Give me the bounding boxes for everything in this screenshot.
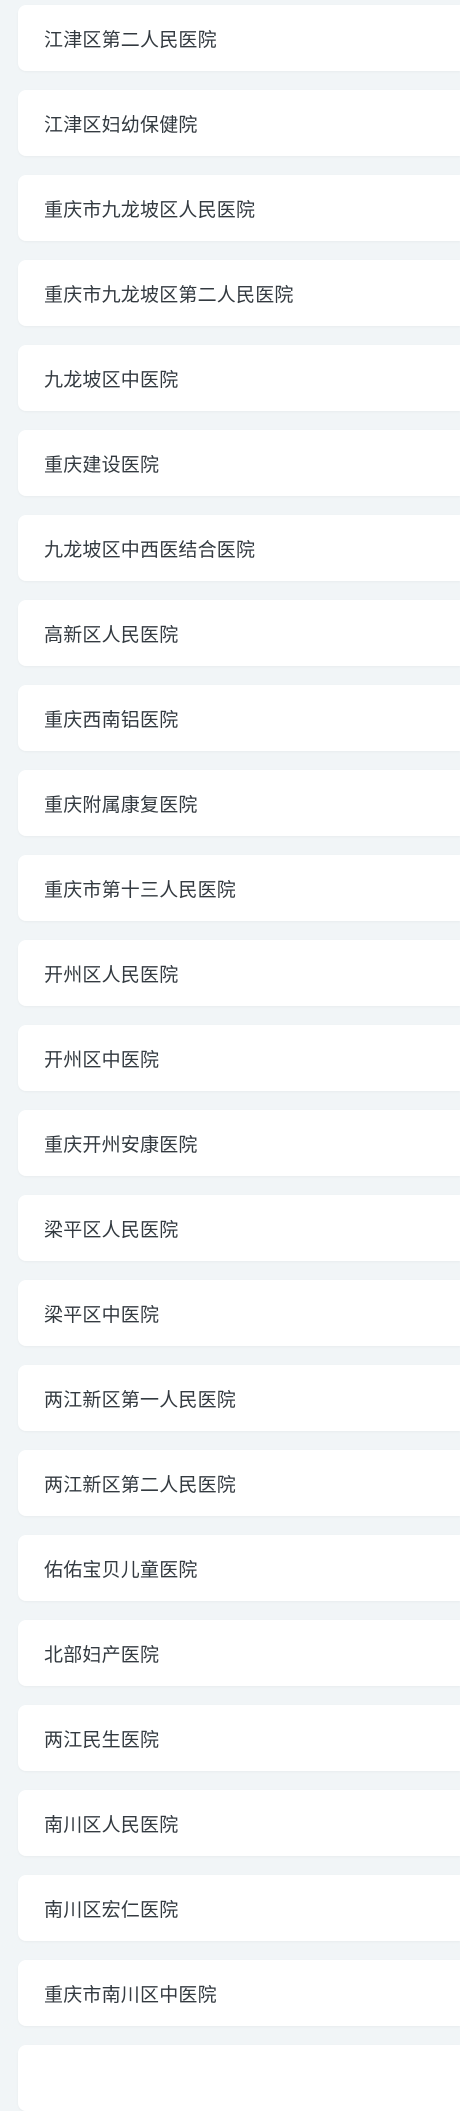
hospital-list-item[interactable]: 开州区人民医院 [18, 940, 460, 1006]
hospital-list-item[interactable]: 重庆市九龙坡区第二人民医院 [18, 260, 460, 326]
hospital-name-label: 南川区人民医院 [44, 1813, 179, 1836]
hospital-list-item[interactable]: 梁平区人民医院 [18, 1195, 460, 1261]
hospital-name-label: 重庆建设医院 [44, 453, 160, 476]
hospital-name-label: 两江新区第二人民医院 [44, 1473, 237, 1496]
hospital-name-label: 重庆附属康复医院 [44, 793, 198, 816]
hospital-list-item[interactable]: 九龙坡区中医院 [18, 345, 460, 411]
hospital-name-label: 佑佑宝贝儿童医院 [44, 1558, 198, 1581]
hospital-list-item[interactable]: 重庆市九龙坡区人民医院 [18, 175, 460, 241]
hospital-name-label: 重庆西南铝医院 [44, 708, 179, 731]
hospital-list-item[interactable]: 两江民生医院 [18, 1705, 460, 1771]
hospital-list-item[interactable]: 重庆西南铝医院 [18, 685, 460, 751]
hospital-list-item[interactable]: 高新区人民医院 [18, 600, 460, 666]
hospital-list-item[interactable]: 重庆附属康复医院 [18, 770, 460, 836]
hospital-name-label: 北部妇产医院 [44, 1643, 160, 1666]
hospital-name-label: 两江新区第一人民医院 [44, 1388, 237, 1411]
hospital-name-label: 重庆市南川区中医院 [44, 1983, 217, 2006]
hospital-name-label: 九龙坡区中西医结合医院 [44, 538, 256, 561]
hospital-list-item[interactable]: 梁平区中医院 [18, 1280, 460, 1346]
hospital-name-label: 南川区宏仁医院 [44, 1898, 179, 1921]
hospital-list-item[interactable]: 佑佑宝贝儿童医院 [18, 1535, 460, 1601]
hospital-list-item[interactable]: 重庆市南川区中医院 [18, 1960, 460, 2026]
hospital-name-label: 重庆市九龙坡区人民医院 [44, 198, 256, 221]
hospital-name-label: 高新区人民医院 [44, 623, 179, 646]
hospital-name-label: 重庆市九龙坡区第二人民医院 [44, 283, 294, 306]
hospital-name-label: 开州区中医院 [44, 1048, 160, 1071]
hospital-list-item[interactable]: 江津区妇幼保健院 [18, 90, 460, 156]
hospital-list-item[interactable]: 两江新区第二人民医院 [18, 1450, 460, 1516]
hospital-list-item[interactable]: 两江新区第一人民医院 [18, 1365, 460, 1431]
hospital-name-label: 九龙坡区中医院 [44, 368, 179, 391]
hospital-name-label: 开州区人民医院 [44, 963, 179, 986]
hospital-list-item[interactable]: 重庆市第十三人民医院 [18, 855, 460, 921]
hospital-list-item[interactable]: 江津区第二人民医院 [18, 5, 460, 71]
hospital-list-item[interactable]: 南川区宏仁医院 [18, 1875, 460, 1941]
hospital-name-label: 江津区第二人民医院 [44, 28, 217, 51]
hospital-list-item-partial[interactable] [18, 2045, 460, 2111]
hospital-name-label: 江津区妇幼保健院 [44, 113, 198, 136]
hospital-list-item[interactable]: 九龙坡区中西医结合医院 [18, 515, 460, 581]
hospital-name-label: 重庆市第十三人民医院 [44, 878, 237, 901]
hospital-name-label: 重庆开州安康医院 [44, 1133, 198, 1156]
hospital-list-item[interactable]: 重庆建设医院 [18, 430, 460, 496]
hospital-list-item[interactable]: 北部妇产医院 [18, 1620, 460, 1686]
hospital-name-label: 两江民生医院 [44, 1728, 160, 1751]
hospital-list-item[interactable]: 南川区人民医院 [18, 1790, 460, 1856]
hospital-list-item[interactable]: 重庆开州安康医院 [18, 1110, 460, 1176]
hospital-name-label: 梁平区中医院 [44, 1303, 160, 1326]
hospital-name-label: 梁平区人民医院 [44, 1218, 179, 1241]
hospital-list-item[interactable]: 开州区中医院 [18, 1025, 460, 1091]
